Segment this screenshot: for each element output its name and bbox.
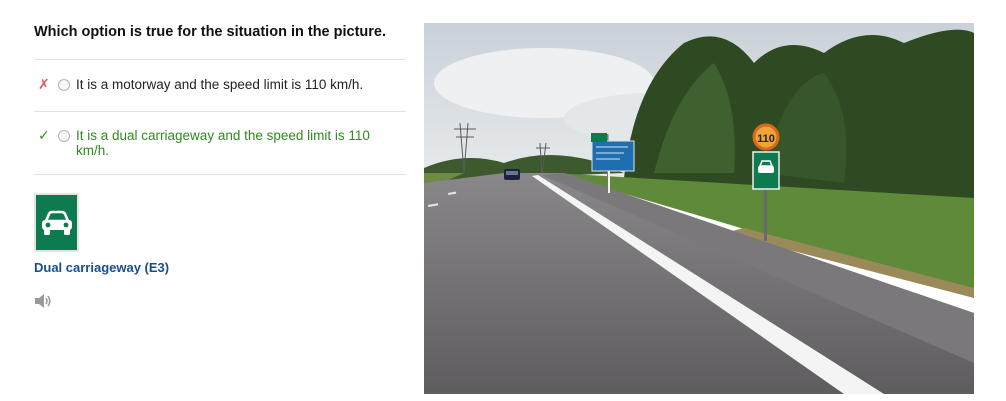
correct-mark-icon: ✓ [38,127,50,143]
road-photo: 110 [424,23,974,394]
speed-limit-sign: 110 [757,133,775,145]
answer-option-1[interactable]: ✗ It is a motorway and the speed limit i… [38,76,406,93]
car-icon [41,210,72,235]
speaker-icon[interactable] [34,293,52,309]
radio-button[interactable] [58,79,70,91]
answer-option-label: It is a dual carriageway and the speed l… [76,128,370,158]
question-text: Which option is true for the situation i… [34,24,387,40]
wrong-mark-icon: ✗ [38,76,50,92]
sign-caption: Dual carriageway (E3) [34,260,170,275]
road-scene-image: 110 [424,23,974,394]
divider [34,174,406,175]
divider [34,111,406,112]
answer-option-label: It is a motorway and the speed limit is … [76,77,364,92]
radio-button[interactable] [58,130,70,142]
dual-carriageway-sign [34,193,79,252]
divider [34,59,406,60]
answer-option-2[interactable]: ✓ It is a dual carriageway and the speed… [38,127,406,159]
